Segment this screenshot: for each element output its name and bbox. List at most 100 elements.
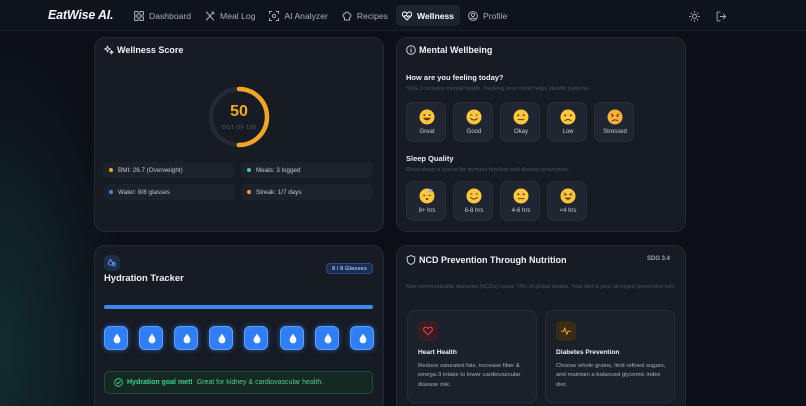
info-icon xyxy=(406,45,416,55)
hydration-progress-track xyxy=(104,305,373,309)
mood-label: Okay xyxy=(513,129,528,135)
stat-streak: Streak: 1/7 days xyxy=(241,184,373,200)
utensils-icon xyxy=(206,10,215,20)
mood-option-good[interactable]: Good xyxy=(453,102,493,142)
droplet-icon xyxy=(183,333,191,344)
ncd-intro: Non-communicable diseases (NCDs) cause 7… xyxy=(406,284,676,290)
neutral-face-icon xyxy=(513,188,529,204)
goal-strong: Hydration goal met! xyxy=(127,379,193,386)
sleep-option-under-4[interactable]: <4 hrs xyxy=(547,181,587,221)
droplet-icon xyxy=(289,333,297,344)
status-dot xyxy=(109,190,113,194)
nav-label: Wellness xyxy=(416,10,455,21)
mood-option-okay[interactable]: Okay xyxy=(500,102,540,142)
sleep-option-8plus[interactable]: 8+ hrs xyxy=(406,181,446,221)
mood-option-stressed[interactable]: Stressed xyxy=(594,102,634,142)
chef-hat-icon xyxy=(342,11,352,20)
logout-button[interactable] xyxy=(716,9,727,27)
water-glass-button[interactable] xyxy=(350,326,374,350)
app-logo[interactable]: EatWise AI. xyxy=(48,8,114,22)
stressed-face-icon xyxy=(607,109,623,125)
nav-label: Dashboard xyxy=(149,10,192,21)
goal-text: Great for kidney & cardiovascular health… xyxy=(196,379,324,386)
user-icon xyxy=(468,10,478,21)
heart-health-card: Heart Health Reduce saturated fats, incr… xyxy=(407,310,537,403)
wellness-score-value: 50 xyxy=(230,103,248,120)
sleep-option-4-6[interactable]: 4-6 hrs xyxy=(500,181,540,221)
droplet-icon xyxy=(324,333,332,344)
sleep-quality-heading: Sleep Quality xyxy=(406,154,454,163)
water-glass-button[interactable] xyxy=(244,326,268,350)
sleep-label: 4-6 hrs xyxy=(511,208,531,214)
mood-label: Stressed xyxy=(603,129,627,135)
heart-icon-badge xyxy=(418,321,438,341)
water-glass-button[interactable] xyxy=(104,326,128,350)
top-nav: EatWise AI. Dashboard Meal Log AI Analyz… xyxy=(0,0,806,31)
mood-question: How are you feeling today? xyxy=(406,73,504,82)
nav-label: Profile xyxy=(483,10,508,21)
stat-meals: Meals: 3 logged xyxy=(241,162,373,178)
logout-icon xyxy=(716,11,727,22)
sad-face-icon xyxy=(560,109,576,125)
sleep-quality-description: Good sleep is crucial for immune functio… xyxy=(406,167,570,173)
water-glass-button[interactable] xyxy=(280,326,304,350)
nav-label: AI Analyzer xyxy=(284,10,328,21)
nav-item-dashboard[interactable]: Dashboard xyxy=(128,5,197,26)
nav-label: Recipes xyxy=(356,10,388,21)
water-glass-button[interactable] xyxy=(174,326,198,350)
mood-description: SDG 3 includes mental health. Tracking y… xyxy=(406,86,590,92)
droplet-icon xyxy=(148,333,156,344)
mood-label: Good xyxy=(466,129,482,135)
sleep-option-6-8[interactable]: 6-8 hrs xyxy=(453,181,493,221)
nav-item-profile[interactable]: Profile xyxy=(462,5,513,26)
mood-option-great[interactable]: Great xyxy=(406,102,446,142)
heart-icon xyxy=(423,326,433,336)
shield-icon xyxy=(406,255,416,265)
neutral-face-icon xyxy=(513,109,529,125)
nav-item-recipes[interactable]: Recipes xyxy=(336,5,394,26)
ncd-card-text: Reduce saturated fats, increase fiber & … xyxy=(418,363,521,388)
grinning-face-icon xyxy=(419,109,435,125)
ncd-card-title: Heart Health xyxy=(418,349,457,356)
sleep-label: 8+ hrs xyxy=(418,208,436,214)
ncd-card-title: Diabetes Prevention xyxy=(556,349,620,356)
nav-items: Dashboard Meal Log AI Analyzer Recipes W… xyxy=(128,5,513,26)
ncd-card-text: Choose whole grains, limit refined sugar… xyxy=(556,363,666,388)
droplet-icon xyxy=(113,333,121,344)
nav-item-wellness[interactable]: Wellness xyxy=(395,5,461,26)
water-glass-button[interactable] xyxy=(209,326,233,350)
status-dot xyxy=(247,168,251,172)
tired-face-icon xyxy=(560,188,576,204)
check-circle-icon xyxy=(114,378,123,387)
stat-bmi: BMI: 26.7 (Overweight) xyxy=(103,162,235,178)
nav-item-ai-analyzer[interactable]: AI Analyzer xyxy=(263,5,333,26)
mood-option-low[interactable]: Low xyxy=(547,102,587,142)
wellness-score-caption: OUT OF 100 xyxy=(221,125,257,131)
water-glass-button[interactable] xyxy=(315,326,339,350)
scan-icon xyxy=(269,10,280,21)
sdg-badge: SDG 3.4 xyxy=(647,256,671,262)
status-dot xyxy=(109,168,113,172)
mood-label: Great xyxy=(419,129,435,135)
nav-item-meal-log[interactable]: Meal Log xyxy=(199,5,261,26)
diabetes-prevention-card: Diabetes Prevention Choose whole grains,… xyxy=(545,310,675,403)
glasses-count-badge: 8 / 8 Glasses xyxy=(326,263,374,274)
droplet-icon xyxy=(359,333,367,344)
hydration-title: Hydration Tracker xyxy=(104,272,184,283)
heart-pulse-icon xyxy=(401,10,412,20)
nav-label: Meal Log xyxy=(220,10,256,21)
water-drop-badge xyxy=(104,255,120,271)
sparkles-icon xyxy=(104,45,114,55)
droplet-icon xyxy=(218,333,226,344)
droplets-icon xyxy=(108,258,116,267)
sun-icon xyxy=(689,11,700,22)
smiling-face-icon xyxy=(466,109,482,125)
water-glass-button[interactable] xyxy=(139,326,163,350)
status-dot xyxy=(247,190,251,194)
sleeping-face-icon xyxy=(419,188,435,204)
droplet-icon xyxy=(253,333,261,344)
theme-toggle-button[interactable] xyxy=(689,9,700,27)
grid-icon xyxy=(134,10,144,21)
stat-water: Water: 8/8 glasses xyxy=(103,184,235,200)
hydration-goal-banner: Hydration goal met! Great for kidney & c… xyxy=(104,371,373,394)
